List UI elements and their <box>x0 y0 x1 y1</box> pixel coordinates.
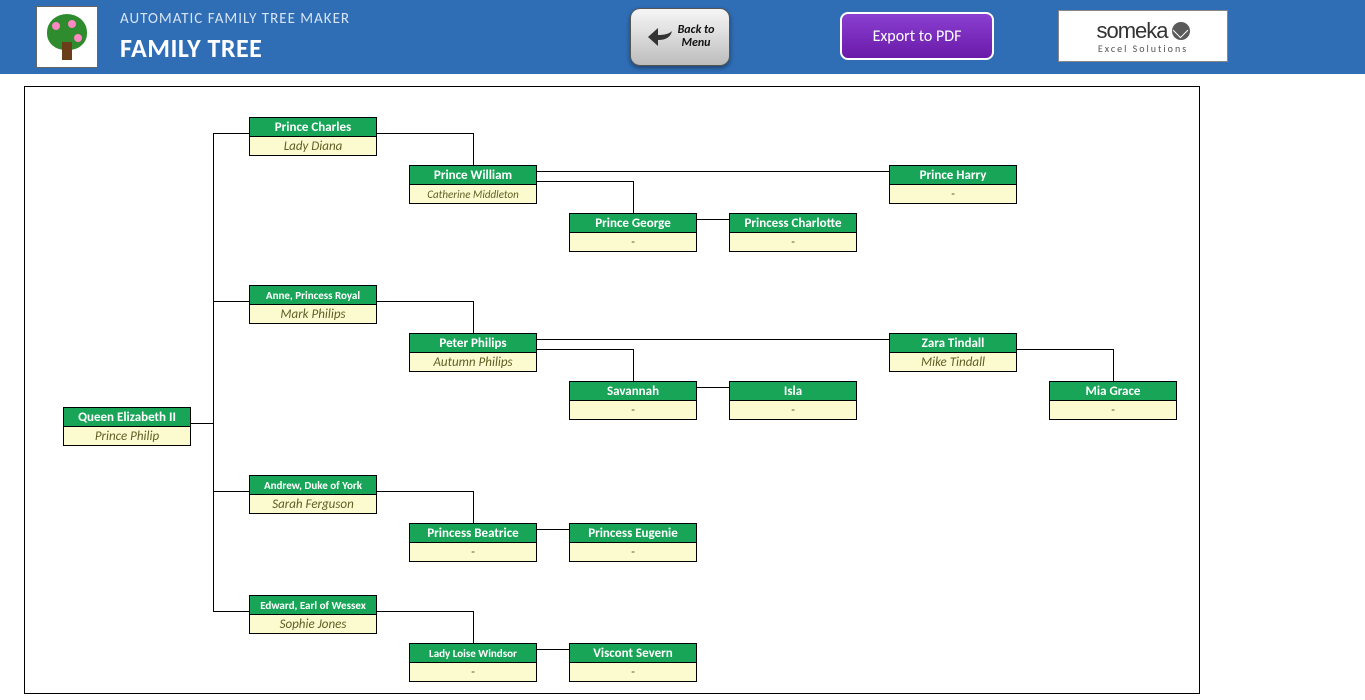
person-viscont-severn[interactable]: Viscont Severn - <box>569 643 697 682</box>
export-to-pdf-button[interactable]: Export to PDF <box>840 12 994 60</box>
person-name: Savannah <box>569 381 697 401</box>
person-spouse: - <box>729 233 857 252</box>
person-edward[interactable]: Edward, Earl of Wessex Sophie Jones <box>249 595 377 634</box>
person-spouse: Prince Philip <box>63 427 191 446</box>
person-name: Viscont Severn <box>569 643 697 663</box>
person-prince-charles[interactable]: Prince Charles Lady Diana <box>249 117 377 156</box>
person-spouse: - <box>409 543 537 562</box>
person-name: Anne, Princess Royal <box>249 285 377 305</box>
person-prince-george[interactable]: Prince George - <box>569 213 697 252</box>
person-name: Prince Charles <box>249 117 377 137</box>
person-spouse: - <box>569 233 697 252</box>
person-princess-beatrice[interactable]: Princess Beatrice - <box>409 523 537 562</box>
person-name: Princess Charlotte <box>729 213 857 233</box>
person-princess-charlotte[interactable]: Princess Charlotte - <box>729 213 857 252</box>
person-lady-loise[interactable]: Lady Loise Windsor - <box>409 643 537 682</box>
person-name: Edward, Earl of Wessex <box>249 595 377 615</box>
person-savannah[interactable]: Savannah - <box>569 381 697 420</box>
person-spouse: - <box>1049 401 1177 420</box>
person-queen-elizabeth[interactable]: Queen Elizabeth II Prince Philip <box>63 407 191 446</box>
app-logo <box>36 6 98 68</box>
person-spouse: - <box>409 663 537 682</box>
person-spouse: Mark Philips <box>249 305 377 324</box>
header-title: FAMILY TREE <box>120 32 262 64</box>
person-name: Prince Harry <box>889 165 1017 185</box>
person-spouse: Lady Diana <box>249 137 377 156</box>
person-name: Peter Philips <box>409 333 537 353</box>
person-prince-harry[interactable]: Prince Harry - <box>889 165 1017 204</box>
person-spouse: - <box>569 663 697 682</box>
person-isla[interactable]: Isla - <box>729 381 857 420</box>
person-name: Princess Beatrice <box>409 523 537 543</box>
person-name: Lady Loise Windsor <box>409 643 537 663</box>
person-name: Isla <box>729 381 857 401</box>
person-name: Mia Grace <box>1049 381 1177 401</box>
person-name: Andrew, Duke of York <box>249 475 377 495</box>
person-andrew[interactable]: Andrew, Duke of York Sarah Ferguson <box>249 475 377 514</box>
back-button-label: Back toMenu <box>678 24 715 50</box>
person-spouse: - <box>889 185 1017 204</box>
back-arrow-icon <box>646 25 674 49</box>
tree-icon <box>44 14 90 60</box>
brand-badge: someka Excel Solutions <box>1058 10 1228 62</box>
person-prince-william[interactable]: Prince William Catherine Middleton <box>409 165 537 204</box>
person-spouse: Sophie Jones <box>249 615 377 634</box>
person-peter-philips[interactable]: Peter Philips Autumn Philips <box>409 333 537 372</box>
person-spouse: - <box>729 401 857 420</box>
person-name: Prince William <box>409 165 537 185</box>
person-spouse: Mike Tindall <box>889 353 1017 372</box>
export-button-label: Export to PDF <box>873 27 962 46</box>
person-zara-tindall[interactable]: Zara Tindall Mike Tindall <box>889 333 1017 372</box>
brand-name: someka <box>1096 18 1167 44</box>
person-name: Zara Tindall <box>889 333 1017 353</box>
person-spouse: Sarah Ferguson <box>249 495 377 514</box>
person-name: Queen Elizabeth II <box>63 407 191 427</box>
brand-dot-icon <box>1172 22 1190 40</box>
brand-tagline: Excel Solutions <box>1098 42 1188 55</box>
person-mia-grace[interactable]: Mia Grace - <box>1049 381 1177 420</box>
person-spouse: - <box>569 543 697 562</box>
back-to-menu-button[interactable]: Back toMenu <box>630 8 730 66</box>
person-princess-eugenie[interactable]: Princess Eugenie - <box>569 523 697 562</box>
family-tree-canvas: Queen Elizabeth II Prince Philip Prince … <box>24 86 1200 694</box>
person-anne[interactable]: Anne, Princess Royal Mark Philips <box>249 285 377 324</box>
person-spouse: - <box>569 401 697 420</box>
header-subtitle: AUTOMATIC FAMILY TREE MAKER <box>120 10 350 28</box>
person-spouse: Catherine Middleton <box>409 185 537 204</box>
person-name: Prince George <box>569 213 697 233</box>
person-name: Princess Eugenie <box>569 523 697 543</box>
person-spouse: Autumn Philips <box>409 353 537 372</box>
